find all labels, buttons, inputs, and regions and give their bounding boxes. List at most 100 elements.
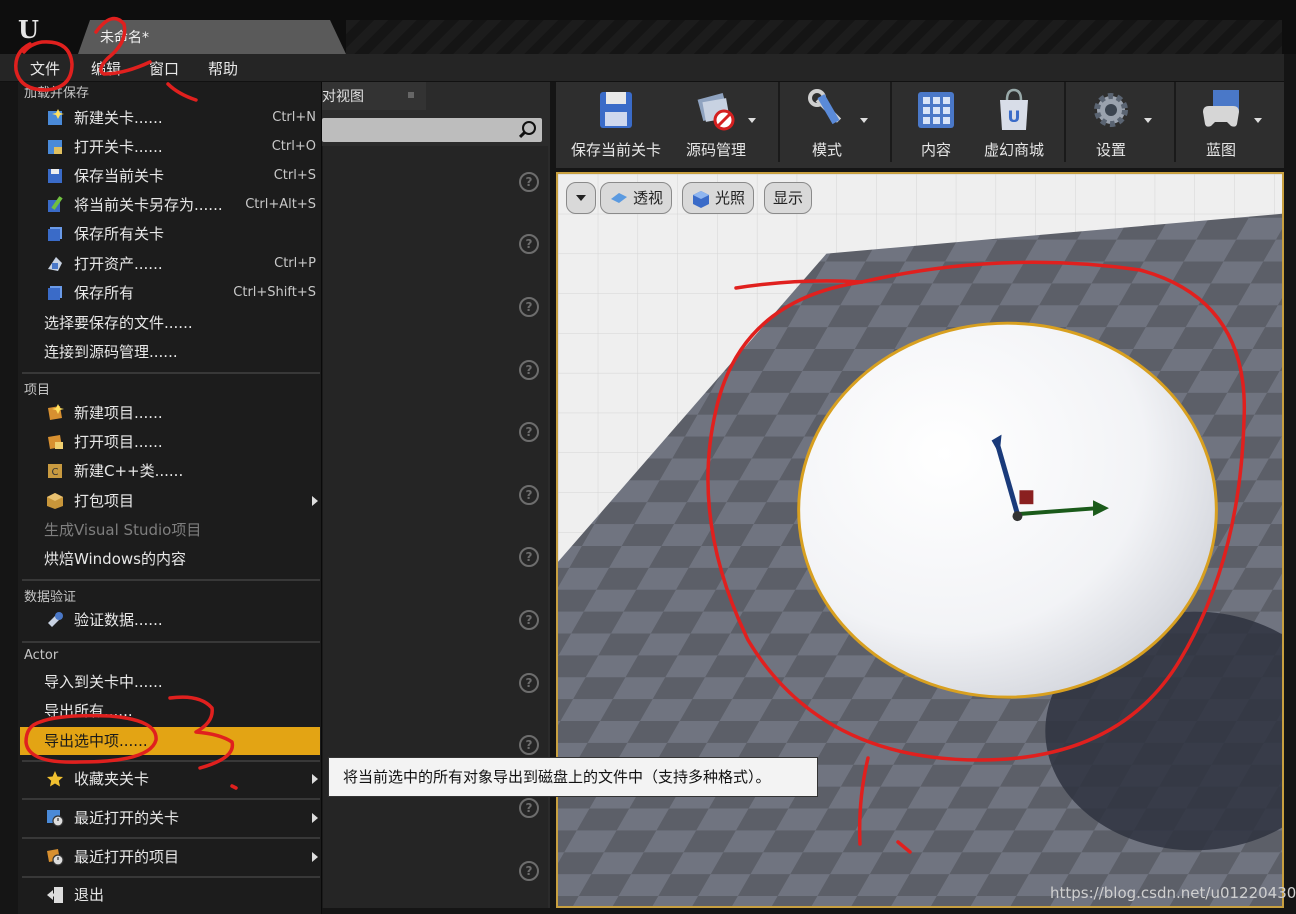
section-label-actor: Actor: [24, 648, 59, 663]
shortcut-label: Ctrl+P: [274, 256, 316, 271]
gamepad-icon: [1203, 90, 1239, 127]
source-control-button[interactable]: 源码管理: [674, 82, 758, 168]
content-button[interactable]: 内容: [896, 82, 976, 168]
menu-item-label: 打包项目: [74, 492, 135, 510]
help-icon[interactable]: ?: [519, 172, 539, 192]
menu-item-label: 最近打开的项目: [74, 848, 180, 866]
save-as-icon: [48, 196, 63, 212]
recent-projects-icon: [47, 849, 64, 866]
new-level-icon: [48, 109, 64, 125]
menu-help[interactable]: 帮助: [202, 57, 244, 81]
source-control-icon: [697, 93, 735, 131]
perspective-label: 透视: [633, 189, 664, 207]
menu-window[interactable]: 窗口: [143, 57, 185, 81]
perspective-button[interactable]: 透视: [600, 182, 673, 214]
blueprints-button[interactable]: 蓝图: [1178, 82, 1264, 168]
package-box-icon: [47, 493, 63, 509]
menu-item-label: 连接到源码管理......: [44, 343, 178, 361]
menu-divider: [22, 760, 320, 762]
menu-item-cook-windows[interactable]: 烘焙Windows的内容: [20, 545, 320, 573]
title-bar-drag-area[interactable]: [346, 20, 1282, 54]
menu-divider: [22, 798, 320, 800]
help-icon[interactable]: ?: [519, 234, 539, 254]
shopping-bag-icon: U: [1000, 88, 1028, 130]
menu-item-choose-files-to-save[interactable]: 选择要保存的文件......: [20, 309, 320, 337]
chevron-down-icon: [576, 195, 586, 201]
menu-item-recent-levels[interactable]: 最近打开的关卡: [20, 804, 320, 832]
chevron-down-icon[interactable]: [860, 118, 868, 123]
file-menu-dropdown: 加载并保存 新建关卡...... Ctrl+N 打开关卡...... Ctrl+…: [18, 82, 322, 914]
perspective-cube-icon: [611, 193, 627, 203]
submenu-arrow-icon: [312, 774, 318, 784]
marketplace-button[interactable]: U 虚幻商城: [974, 82, 1054, 168]
menu-item-label: 新建关卡......: [74, 109, 163, 127]
settings-label: 设置: [1095, 141, 1126, 159]
menu-item-new-cpp-class[interactable]: C 新建C++类......: [20, 457, 320, 485]
help-icon[interactable]: ?: [519, 735, 539, 755]
menu-item-save-all[interactable]: 保存所有 Ctrl+Shift+S: [20, 279, 320, 307]
settings-button[interactable]: 设置: [1068, 82, 1154, 168]
menu-item-label: 导入到关卡中......: [44, 673, 163, 691]
menu-item-open-asset[interactable]: 打开资产...... Ctrl+P: [20, 250, 320, 278]
chevron-down-icon[interactable]: [748, 118, 756, 123]
submenu-arrow-icon: [312, 496, 318, 506]
submenu-arrow-icon: [312, 852, 318, 862]
show-button[interactable]: 显示: [764, 182, 813, 214]
menu-item-connect-source-control[interactable]: 连接到源码管理......: [20, 338, 320, 366]
menu-item-open-level[interactable]: 打开关卡...... Ctrl+O: [20, 133, 320, 161]
document-tab[interactable]: 未命名*: [78, 20, 346, 54]
new-project-icon: [48, 404, 64, 420]
level-viewport[interactable]: 透视 光照 显示: [556, 172, 1284, 908]
save-level-button[interactable]: 保存当前关卡: [562, 82, 670, 168]
save-level-label: 保存当前关卡: [570, 141, 661, 159]
chevron-down-icon[interactable]: [1254, 118, 1262, 123]
help-icon[interactable]: ?: [519, 861, 539, 881]
help-icon[interactable]: ?: [519, 422, 539, 442]
menu-item-save-all-levels[interactable]: 保存所有关卡: [20, 220, 320, 248]
search-input[interactable]: [322, 118, 542, 142]
menu-item-label: 将当前关卡另存为......: [74, 196, 223, 214]
search-icon[interactable]: [522, 121, 536, 135]
menu-divider: [22, 876, 320, 878]
viewport-options-button[interactable]: [566, 182, 596, 214]
chevron-down-icon[interactable]: [1144, 118, 1152, 123]
menu-item-save-current-level[interactable]: 保存当前关卡 Ctrl+S: [20, 162, 320, 190]
exit-door-icon: [47, 887, 63, 903]
menu-item-label: 保存当前关卡: [74, 167, 165, 185]
menu-item-export-selected[interactable]: 导出选中项......: [20, 727, 320, 755]
blueprints-label: 蓝图: [1205, 141, 1236, 159]
menu-item-recent-projects[interactable]: 最近打开的项目: [20, 843, 320, 871]
shortcut-label: Ctrl+S: [273, 168, 316, 183]
menu-file[interactable]: 文件: [24, 57, 66, 81]
help-icon[interactable]: ?: [519, 297, 539, 317]
help-icon[interactable]: ?: [519, 610, 539, 630]
menu-item-save-level-as[interactable]: 将当前关卡另存为...... Ctrl+Alt+S: [20, 191, 320, 219]
menu-item-label: 收藏夹关卡: [74, 770, 150, 788]
menu-divider: [22, 372, 320, 374]
help-icon[interactable]: ?: [519, 673, 539, 693]
menu-item-open-project[interactable]: 打开项目......: [20, 428, 320, 456]
menu-item-favorite-levels[interactable]: 收藏夹关卡: [20, 765, 320, 793]
tab-close-icon[interactable]: [408, 92, 414, 98]
help-icon[interactable]: ?: [519, 485, 539, 505]
menu-item-export-all[interactable]: 导出所有......: [20, 697, 320, 725]
toolbar-divider: [1174, 82, 1176, 162]
help-icon[interactable]: ?: [519, 798, 539, 818]
menu-item-new-project[interactable]: 新建项目......: [20, 399, 320, 427]
show-label: 显示: [773, 189, 804, 207]
menu-item-label: 最近打开的关卡: [74, 809, 180, 827]
menu-edit[interactable]: 编辑: [85, 57, 127, 81]
menu-item-exit[interactable]: 退出: [20, 881, 320, 909]
left-panel-tab[interactable]: 对视图: [322, 82, 426, 110]
tooltip-text: 将当前选中的所有对象导出到磁盘上的文件中（支持多种格式）。: [343, 768, 771, 786]
menu-item-generate-vs-project: 生成Visual Studio项目: [20, 516, 320, 544]
help-icon[interactable]: ?: [519, 547, 539, 567]
menu-item-validate-data[interactable]: 验证数据......: [20, 606, 320, 634]
menu-item-new-level[interactable]: 新建关卡...... Ctrl+N: [20, 104, 320, 132]
menu-item-package-project[interactable]: 打包项目: [20, 487, 320, 515]
menu-item-import-into-level[interactable]: 导入到关卡中......: [20, 668, 320, 696]
modes-button[interactable]: 模式: [782, 82, 872, 168]
help-icon[interactable]: ?: [519, 360, 539, 380]
menu-item-label: 验证数据......: [74, 611, 163, 629]
lighting-button[interactable]: 光照: [682, 182, 755, 214]
